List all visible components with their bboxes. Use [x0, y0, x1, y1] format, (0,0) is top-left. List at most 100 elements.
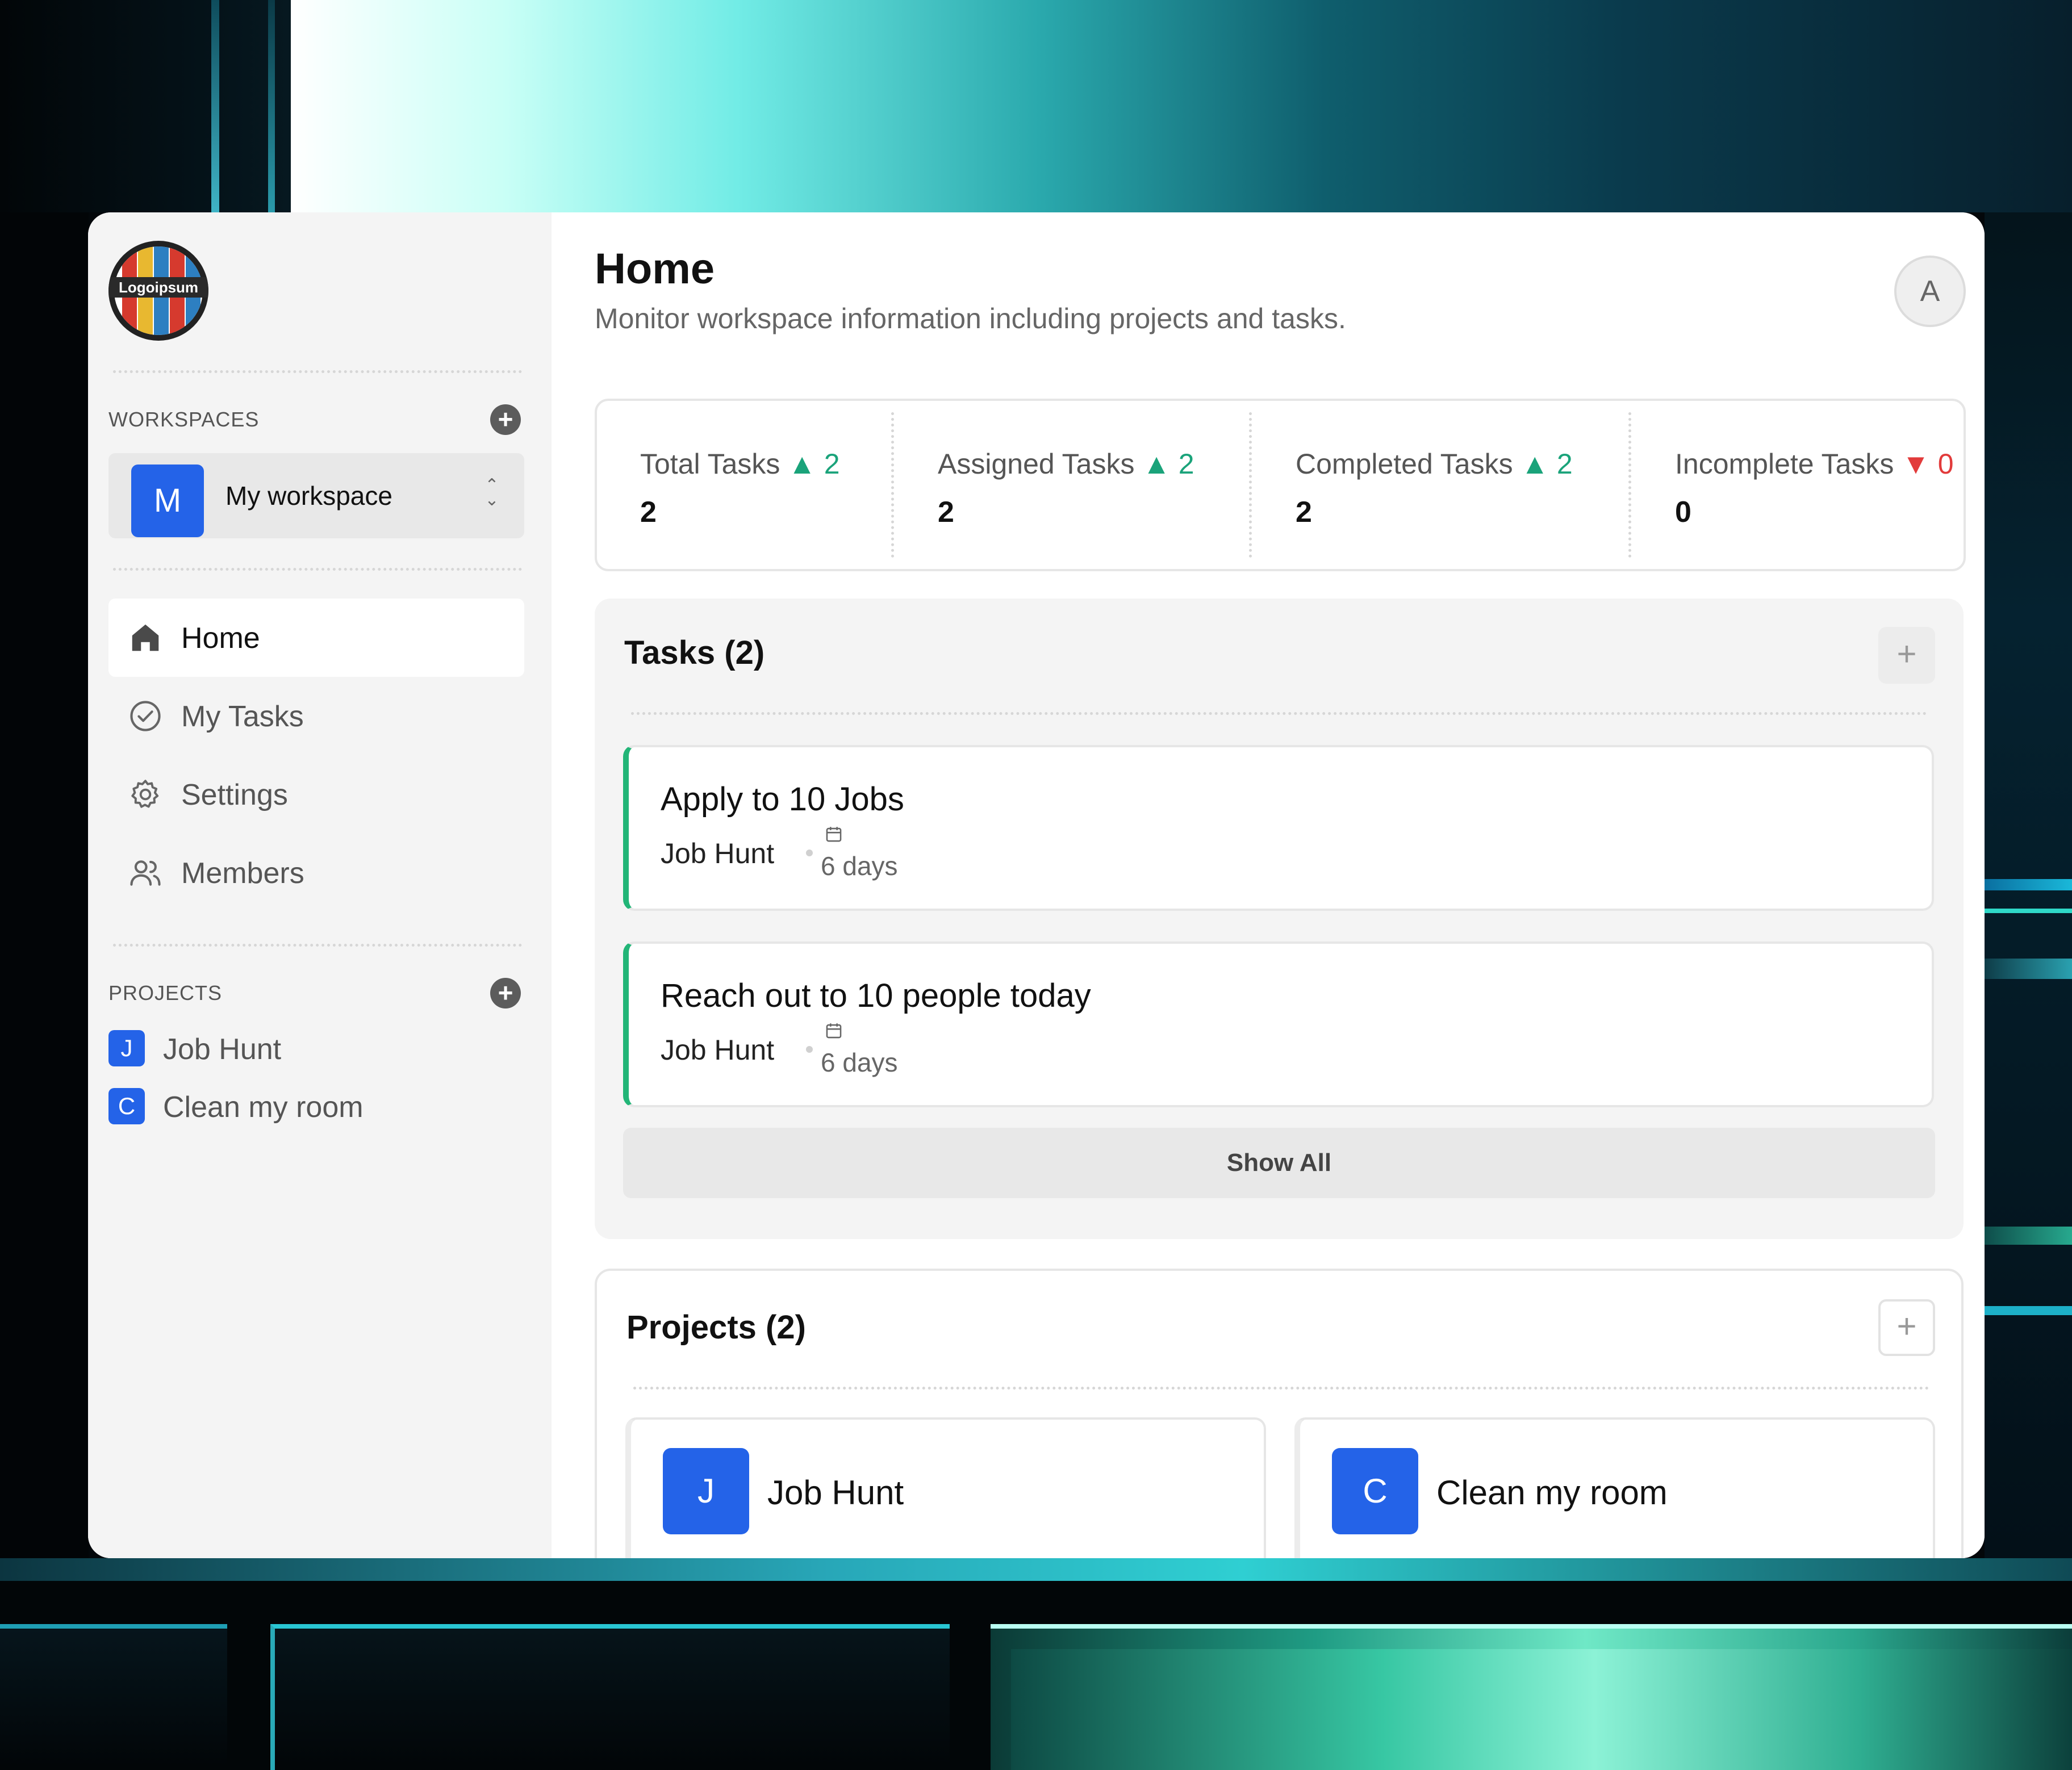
task-due: 6 days	[821, 851, 898, 881]
separator-dot	[806, 850, 813, 856]
background-tile	[0, 1624, 227, 1770]
divider	[113, 568, 522, 571]
task-title: Apply to 10 Jobs	[661, 781, 904, 818]
stat-title: Completed Tasks	[1296, 448, 1513, 480]
users-icon	[130, 860, 161, 886]
project-name: Job Hunt	[163, 1033, 282, 1066]
add-project-button[interactable]: +	[490, 978, 521, 1009]
divider	[633, 1387, 1929, 1390]
background-line	[1985, 879, 2072, 890]
show-all-button[interactable]: Show All	[623, 1128, 1935, 1198]
task-project: Job Hunt	[661, 1034, 775, 1066]
background-tile	[270, 1624, 950, 1770]
task-project: Job Hunt	[661, 838, 775, 869]
logo-text: Logoipsum	[108, 277, 208, 298]
task-card[interactable]: Reach out to 10 people today Job Hunt 6 …	[623, 942, 1934, 1107]
task-title: Reach out to 10 people today	[661, 977, 1091, 1014]
background-tile	[1011, 1649, 2072, 1770]
stat-value: 2	[640, 496, 657, 529]
stat-value: 2	[938, 496, 954, 529]
background-line	[1985, 909, 2072, 913]
sidebar-item-my-tasks[interactable]: My Tasks	[108, 677, 524, 755]
page-title: Home	[595, 245, 715, 293]
check-circle-icon	[130, 701, 161, 731]
stat-title: Total Tasks	[640, 448, 780, 480]
background-line	[268, 0, 275, 212]
trend-down-icon: ▼	[1902, 448, 1938, 480]
background-line	[1985, 1227, 2072, 1245]
stat-label: Total Tasks ▲ 2	[640, 447, 840, 480]
workspace-name: My workspace	[225, 481, 392, 511]
project-badge: C	[108, 1088, 145, 1124]
divider	[1628, 412, 1631, 558]
sidebar: Logoipsum WORKSPACES + M My workspace ⌃ ⌄…	[88, 212, 552, 1558]
stat-label: Incomplete Tasks ▼ 0	[1675, 447, 1954, 480]
sidebar-item-label: Settings	[181, 779, 288, 811]
task-due: 6 days	[821, 1048, 898, 1077]
tasks-panel: Tasks (2) + Apply to 10 Jobs Job Hunt 6 …	[595, 599, 1964, 1239]
separator-dot	[806, 1046, 813, 1053]
gear-icon	[131, 780, 159, 808]
add-project-panel-button[interactable]: +	[1878, 1299, 1935, 1356]
calendar-icon	[826, 1023, 842, 1039]
workspace-selector[interactable]: M My workspace ⌃ ⌄	[108, 453, 524, 538]
workspaces-label: WORKSPACES	[108, 408, 260, 431]
background-panel	[0, 0, 291, 212]
divider	[1249, 412, 1252, 558]
logo[interactable]: Logoipsum	[108, 241, 208, 341]
sidebar-item-members[interactable]: Members	[108, 834, 524, 912]
background-line	[211, 0, 219, 212]
stats-bar: Total Tasks ▲ 2 2 Assigned Tasks ▲ 2 2 C…	[595, 399, 1966, 571]
app-window: Logoipsum WORKSPACES + M My workspace ⌃ ⌄…	[88, 212, 1985, 1558]
project-card-job-hunt[interactable]: J Job Hunt	[625, 1417, 1266, 1558]
background-line	[0, 1558, 2072, 1581]
stat-title: Incomplete Tasks	[1675, 448, 1894, 480]
stat-label: Assigned Tasks ▲ 2	[938, 447, 1194, 480]
stat-change: 2	[1178, 448, 1194, 480]
main-content: Home Monitor workspace information inclu…	[552, 212, 1985, 1558]
project-name: Clean my room	[1436, 1474, 1668, 1512]
background-panel	[0, 212, 89, 1558]
projects-panel: Projects (2) + J Job Hunt C Clean my roo…	[595, 1269, 1964, 1558]
project-badge: C	[1332, 1448, 1418, 1534]
project-badge: J	[663, 1448, 749, 1534]
stat-change: 0	[1937, 448, 1954, 480]
stat-label: Completed Tasks ▲ 2	[1296, 447, 1573, 480]
stat-change: 2	[1556, 448, 1573, 480]
trend-up-icon: ▲	[1520, 448, 1557, 480]
chevron-up-down-icon: ⌃ ⌄	[484, 476, 499, 509]
trend-up-icon: ▲	[788, 448, 824, 480]
sidebar-item-label: Home	[181, 622, 260, 655]
home-icon	[132, 624, 159, 651]
project-name: Clean my room	[163, 1091, 364, 1124]
stat-value: 2	[1296, 496, 1312, 529]
projects-title: Projects (2)	[626, 1309, 806, 1346]
add-workspace-button[interactable]: +	[490, 404, 521, 435]
divider	[891, 412, 894, 558]
workspace-avatar: M	[131, 465, 204, 537]
project-badge: J	[108, 1030, 145, 1066]
trend-up-icon: ▲	[1142, 448, 1179, 480]
sidebar-item-settings[interactable]: Settings	[108, 755, 524, 834]
sidebar-item-label: My Tasks	[181, 700, 304, 733]
divider	[631, 712, 1927, 715]
tasks-title: Tasks (2)	[624, 634, 765, 671]
stat-title: Assigned Tasks	[938, 448, 1135, 480]
page-subtitle: Monitor workspace information including …	[595, 303, 1346, 334]
task-card[interactable]: Apply to 10 Jobs Job Hunt 6 days	[623, 745, 1934, 911]
sidebar-item-label: Members	[181, 857, 304, 890]
project-name: Job Hunt	[767, 1474, 904, 1512]
user-avatar[interactable]: A	[1894, 256, 1966, 327]
background-line	[1985, 959, 2072, 979]
projects-label: PROJECTS	[108, 981, 223, 1005]
add-task-button[interactable]: +	[1878, 627, 1935, 684]
background-gradient	[291, 0, 2072, 212]
project-card-clean-my-room[interactable]: C Clean my room	[1294, 1417, 1935, 1558]
background-line	[1985, 1306, 2072, 1315]
stat-value: 0	[1675, 496, 1691, 529]
sidebar-item-home[interactable]: Home	[108, 599, 524, 677]
stat-change: 2	[824, 448, 840, 480]
divider	[113, 944, 522, 947]
calendar-icon	[826, 827, 842, 842]
divider	[113, 370, 522, 373]
